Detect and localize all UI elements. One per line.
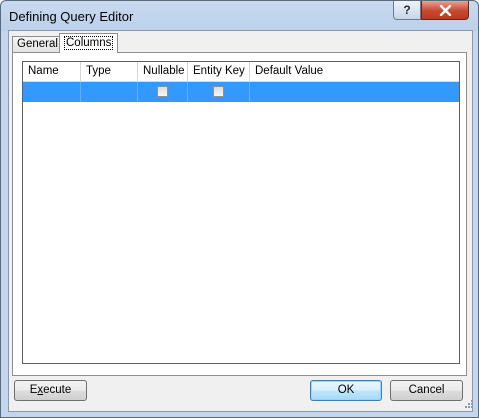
cell-entity-key xyxy=(188,82,250,102)
columns-grid[interactable]: Name Type Nullable Entity Key Default Va… xyxy=(22,61,460,364)
tab-columns-label: Columns xyxy=(64,36,114,50)
execute-label-end: ecute xyxy=(43,384,72,396)
column-header-name[interactable]: Name xyxy=(23,62,81,81)
entity-key-checkbox[interactable] xyxy=(213,86,224,97)
column-header-nullable[interactable]: Nullable xyxy=(138,62,188,81)
tab-columns[interactable]: Columns xyxy=(59,33,119,53)
dialog-body: General Columns Name Type Nullable Entit… xyxy=(8,30,473,412)
window-title: Defining Query Editor xyxy=(9,9,134,24)
tab-general-label: General xyxy=(17,38,58,50)
close-icon xyxy=(439,5,452,16)
cell-type[interactable] xyxy=(81,82,138,102)
cell-default-value[interactable] xyxy=(250,82,459,102)
dialog-window: Defining Query Editor ? General Columns … xyxy=(0,0,479,418)
columns-tab-panel: Name Type Nullable Entity Key Default Va… xyxy=(12,52,467,376)
nullable-checkbox[interactable] xyxy=(157,86,168,97)
ok-button[interactable]: OK xyxy=(310,380,382,401)
execute-button[interactable]: Execute xyxy=(14,380,87,401)
tab-general[interactable]: General xyxy=(12,36,63,52)
cell-name[interactable] xyxy=(23,82,81,102)
help-icon: ? xyxy=(403,3,411,17)
column-header-entity-key[interactable]: Entity Key xyxy=(188,62,250,81)
column-header-type[interactable]: Type xyxy=(81,62,138,81)
grid-header: Name Type Nullable Entity Key Default Va… xyxy=(23,62,459,82)
column-header-default-value[interactable]: Default Value xyxy=(250,62,459,81)
cell-nullable xyxy=(138,82,188,102)
cancel-button[interactable]: Cancel xyxy=(390,380,463,401)
table-row[interactable] xyxy=(23,82,459,102)
title-bar[interactable]: Defining Query Editor ? xyxy=(1,1,478,31)
close-button[interactable] xyxy=(421,1,469,20)
resize-grip-icon[interactable] xyxy=(462,399,474,411)
help-button[interactable]: ? xyxy=(393,1,421,20)
